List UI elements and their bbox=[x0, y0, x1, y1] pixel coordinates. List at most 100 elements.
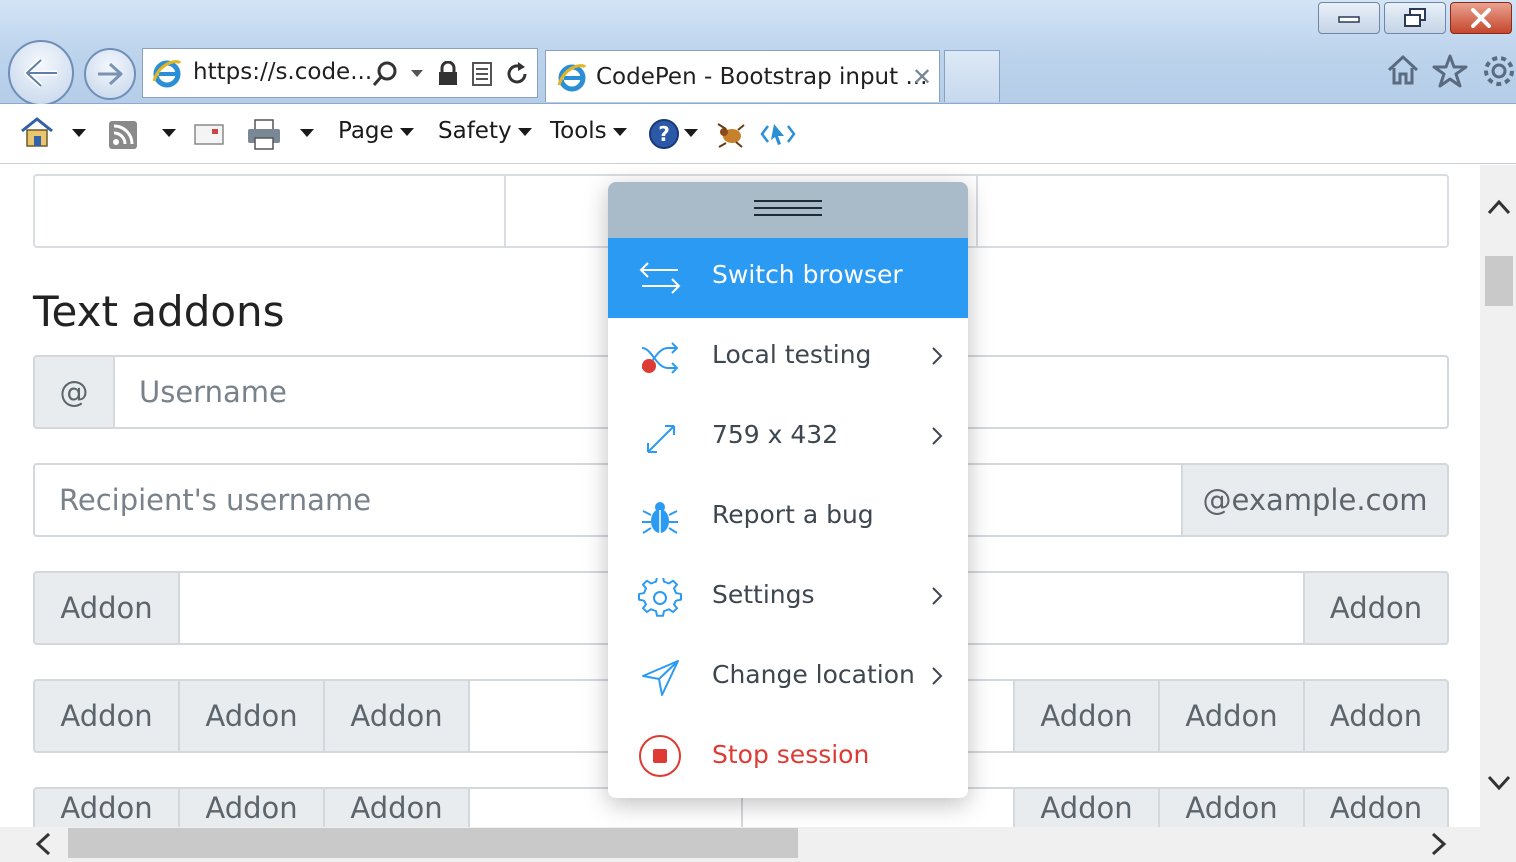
tools-menu[interactable]: Tools bbox=[550, 118, 627, 144]
menu-item-label: 759 x 432 bbox=[712, 420, 839, 449]
divider bbox=[504, 176, 506, 246]
vertical-scroll-thumb[interactable] bbox=[1485, 256, 1513, 306]
left-addon: Addon bbox=[33, 571, 180, 645]
menu-item-label: Change location bbox=[712, 660, 915, 689]
chevron-right-icon bbox=[932, 347, 943, 365]
tab-title: CodePen - Bootstrap input ... bbox=[596, 64, 928, 90]
left-addon-1: Addon bbox=[33, 679, 180, 753]
stop-icon bbox=[639, 735, 681, 777]
home-page-icon[interactable] bbox=[20, 116, 54, 148]
menu-item-switch-browser[interactable]: Switch browser bbox=[608, 238, 968, 318]
menu-item-label: Report a bug bbox=[712, 500, 874, 529]
chevron-right-icon bbox=[932, 587, 943, 605]
compatibility-view-icon[interactable] bbox=[471, 61, 493, 87]
menu-item-label: Local testing bbox=[712, 340, 872, 369]
tab-close-button[interactable]: ✕ bbox=[912, 63, 932, 91]
tools-gear-icon[interactable] bbox=[1482, 54, 1516, 88]
developer-tools-icon[interactable] bbox=[760, 120, 796, 148]
safety-menu-label: Safety bbox=[438, 118, 512, 144]
print-dropdown-icon[interactable] bbox=[300, 129, 314, 137]
menu-item-settings[interactable]: Settings bbox=[608, 558, 968, 638]
print-icon[interactable] bbox=[246, 118, 282, 150]
help-icon[interactable]: ? bbox=[648, 118, 680, 150]
help-dropdown-icon[interactable] bbox=[684, 129, 698, 137]
chevron-right-icon bbox=[932, 427, 943, 445]
scroll-left-icon[interactable] bbox=[34, 832, 52, 856]
bug-icon bbox=[642, 502, 678, 534]
ie-logo-icon bbox=[152, 60, 182, 88]
menu-item-label: Settings bbox=[712, 580, 815, 609]
feeds-icon[interactable] bbox=[108, 120, 138, 150]
section-heading: Text addons bbox=[33, 287, 285, 336]
menu-item-label: Stop session bbox=[712, 740, 870, 769]
location-arrow-icon bbox=[642, 660, 679, 696]
home-icon[interactable] bbox=[1386, 54, 1420, 86]
scroll-down-icon[interactable] bbox=[1486, 774, 1512, 792]
left-addon-3: Addon bbox=[323, 679, 470, 753]
address-bar[interactable]: https://s.code... bbox=[142, 48, 538, 98]
favorites-star-icon[interactable] bbox=[1432, 54, 1468, 88]
chevron-down-icon bbox=[399, 127, 414, 136]
menu-item-resolution[interactable]: 759 x 432 bbox=[608, 398, 968, 478]
read-mail-icon[interactable] bbox=[194, 122, 224, 146]
menu-item-stop-session[interactable]: Stop session bbox=[608, 718, 968, 798]
command-bar bbox=[0, 104, 1516, 164]
home-dropdown-icon[interactable] bbox=[72, 129, 86, 137]
chevron-down-icon bbox=[517, 127, 532, 136]
new-tab-button[interactable] bbox=[944, 50, 1000, 102]
right-addon-3: Addon bbox=[1303, 679, 1449, 753]
menu-item-label: Switch browser bbox=[712, 260, 903, 289]
svg-text:?: ? bbox=[658, 122, 670, 146]
switch-arrows-icon bbox=[639, 262, 681, 294]
refresh-icon[interactable] bbox=[505, 61, 529, 87]
address-dropdown-icon[interactable] bbox=[411, 70, 423, 77]
scroll-up-icon[interactable] bbox=[1486, 198, 1512, 216]
shuffle-icon bbox=[641, 342, 679, 374]
menu-item-change-location[interactable]: Change location bbox=[608, 638, 968, 718]
search-icon[interactable] bbox=[371, 61, 401, 87]
bug-report-icon[interactable] bbox=[714, 120, 748, 148]
page-menu[interactable]: Page bbox=[338, 118, 414, 144]
safety-menu[interactable]: Safety bbox=[438, 118, 532, 144]
chevron-down-icon bbox=[612, 127, 627, 136]
restore-button[interactable] bbox=[1384, 2, 1446, 34]
forward-button[interactable] bbox=[84, 48, 136, 100]
right-addon-3: Addon bbox=[1303, 787, 1449, 827]
feeds-dropdown-icon[interactable] bbox=[162, 129, 176, 137]
close-icon bbox=[1471, 8, 1491, 28]
right-addon-1: Addon bbox=[1013, 679, 1160, 753]
back-button[interactable] bbox=[8, 40, 74, 106]
scrollbar-corner bbox=[1480, 827, 1516, 862]
tools-menu-label: Tools bbox=[550, 118, 607, 144]
menu-item-local-testing[interactable]: Local testing bbox=[608, 318, 968, 398]
session-menu: Switch browser Local testing 759 x 432 R… bbox=[608, 182, 968, 798]
ie-logo-icon bbox=[557, 64, 587, 92]
forward-arrow-icon bbox=[98, 62, 123, 86]
minimize-button[interactable] bbox=[1318, 2, 1380, 34]
address-url: https://s.code... bbox=[193, 59, 373, 85]
restore-icon bbox=[1404, 8, 1426, 27]
lock-icon[interactable] bbox=[437, 61, 459, 87]
left-addon-3: Addon bbox=[323, 787, 470, 827]
left-addon-1: Addon bbox=[33, 787, 180, 827]
left-addon-2: Addon bbox=[178, 787, 325, 827]
horizontal-scroll-thumb[interactable] bbox=[68, 828, 798, 858]
right-addon: Addon bbox=[1303, 571, 1449, 645]
example-com-addon: @example.com bbox=[1181, 463, 1449, 537]
menu-item-report-bug[interactable]: Report a bug bbox=[608, 478, 968, 558]
close-window-button[interactable] bbox=[1450, 2, 1512, 34]
left-addon-2: Addon bbox=[178, 679, 325, 753]
right-addon-2: Addon bbox=[1158, 787, 1305, 827]
page-menu-label: Page bbox=[338, 118, 394, 144]
resize-icon bbox=[647, 425, 675, 453]
right-addon-2: Addon bbox=[1158, 679, 1305, 753]
chevron-right-icon bbox=[932, 667, 943, 685]
drag-handle-icon bbox=[754, 200, 822, 220]
menu-drag-handle[interactable] bbox=[608, 182, 968, 238]
tab-codepen[interactable]: CodePen - Bootstrap input ... ✕ bbox=[545, 50, 940, 102]
scroll-right-icon[interactable] bbox=[1430, 832, 1448, 856]
divider bbox=[976, 176, 978, 246]
minimize-icon bbox=[1338, 16, 1360, 23]
gear-icon bbox=[638, 578, 682, 617]
at-addon: @ bbox=[33, 355, 115, 429]
